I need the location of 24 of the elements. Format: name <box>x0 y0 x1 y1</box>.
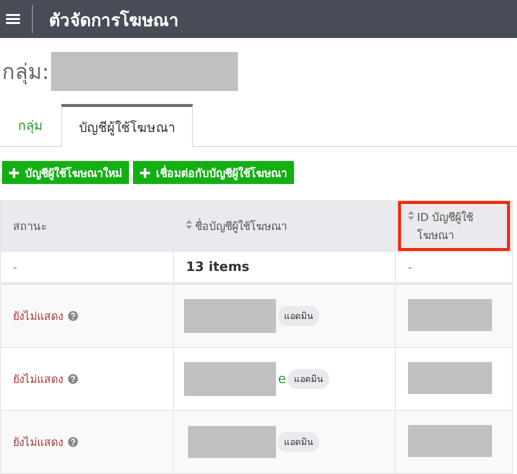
add-button[interactable]: บัญชีผู้ใช้โฆษณาใหม่ <box>2 161 129 184</box>
tab[interactable]: บัญชีผู้ใช้โฆษณา <box>61 104 193 147</box>
status-text: ยังไม่แสดง <box>13 370 78 388</box>
column-header: สถานะ <box>0 200 174 252</box>
role-badge: แอดมิน <box>288 369 329 389</box>
help-icon[interactable] <box>68 437 78 447</box>
column-header[interactable]: ชื่อบัญชีผู้ใช้โฆษณา <box>174 200 396 252</box>
plus-icon <box>140 168 150 178</box>
sort-icon <box>408 211 414 220</box>
status-text: ยังไม่แสดง <box>13 433 78 451</box>
status-text: ยังไม่แสดง <box>13 307 78 325</box>
add-button[interactable]: เชื่อมต่อกับบัญชีผู้ใช้โฆษณา <box>133 161 294 184</box>
plus-icon <box>9 168 19 178</box>
column-header[interactable]: ID บัญชีผู้ใช้โฆษณา <box>396 200 512 252</box>
account-name[interactable]: e <box>278 372 286 386</box>
menu-icon[interactable] <box>6 13 20 25</box>
group-label: กลุ่ม: <box>2 59 50 87</box>
help-icon[interactable] <box>68 311 78 321</box>
sort-icon <box>186 220 192 229</box>
role-badge: แอดมิน <box>278 306 319 326</box>
role-badge: แอดมิน <box>278 432 319 452</box>
app-title: ตัวจัดการโฆษณา <box>49 9 179 32</box>
tab[interactable]: กลุ่ม <box>0 104 61 146</box>
help-icon[interactable] <box>68 374 78 384</box>
